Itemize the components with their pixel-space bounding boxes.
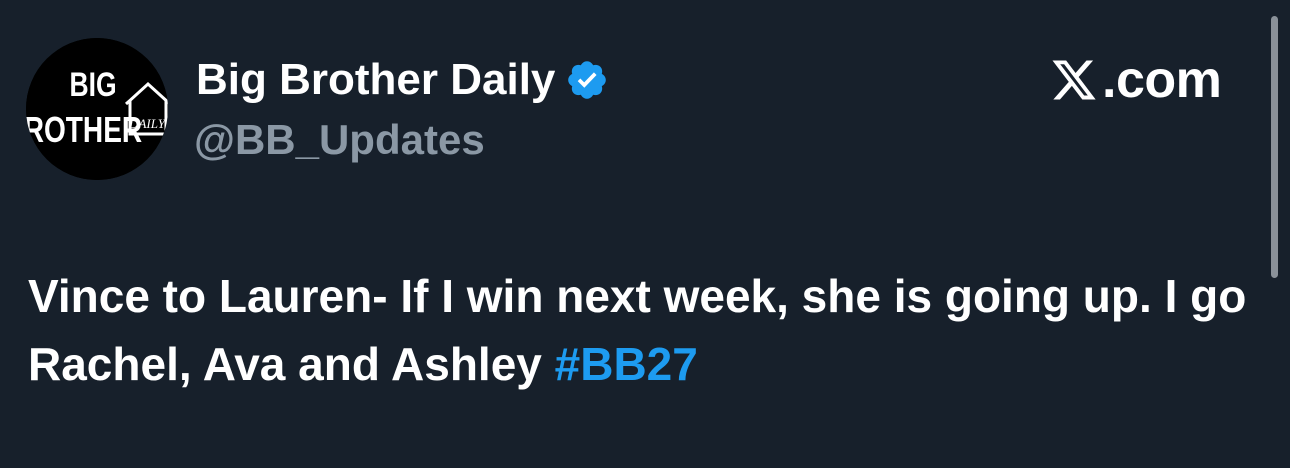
- tweet-text: Vince to Lauren- If I win next week, she…: [28, 262, 1258, 398]
- hashtag-link[interactable]: #BB27: [555, 338, 698, 390]
- verified-badge-icon: [565, 58, 609, 102]
- brand-domain: .com: [1102, 51, 1222, 109]
- user-handle[interactable]: @BB_Updates: [194, 114, 485, 166]
- avatar-logo-line2: BROTHER: [26, 110, 142, 150]
- display-name-text[interactable]: Big Brother Daily: [196, 54, 555, 106]
- display-name[interactable]: Big Brother Daily: [196, 54, 609, 106]
- avatar[interactable]: BIG BROTHER DAILY: [26, 38, 168, 180]
- x-brand: .com: [1050, 51, 1222, 109]
- avatar-logo-line1: BIG: [70, 66, 117, 104]
- tweet-card: BIG BROTHER DAILY Big Brother Daily @BB_…: [0, 0, 1290, 468]
- avatar-logo-tag: DAILY: [128, 116, 167, 131]
- scrollbar[interactable]: [1271, 16, 1278, 278]
- x-logo-icon: [1050, 56, 1098, 104]
- big-brother-daily-logo: BIG BROTHER DAILY: [26, 38, 168, 180]
